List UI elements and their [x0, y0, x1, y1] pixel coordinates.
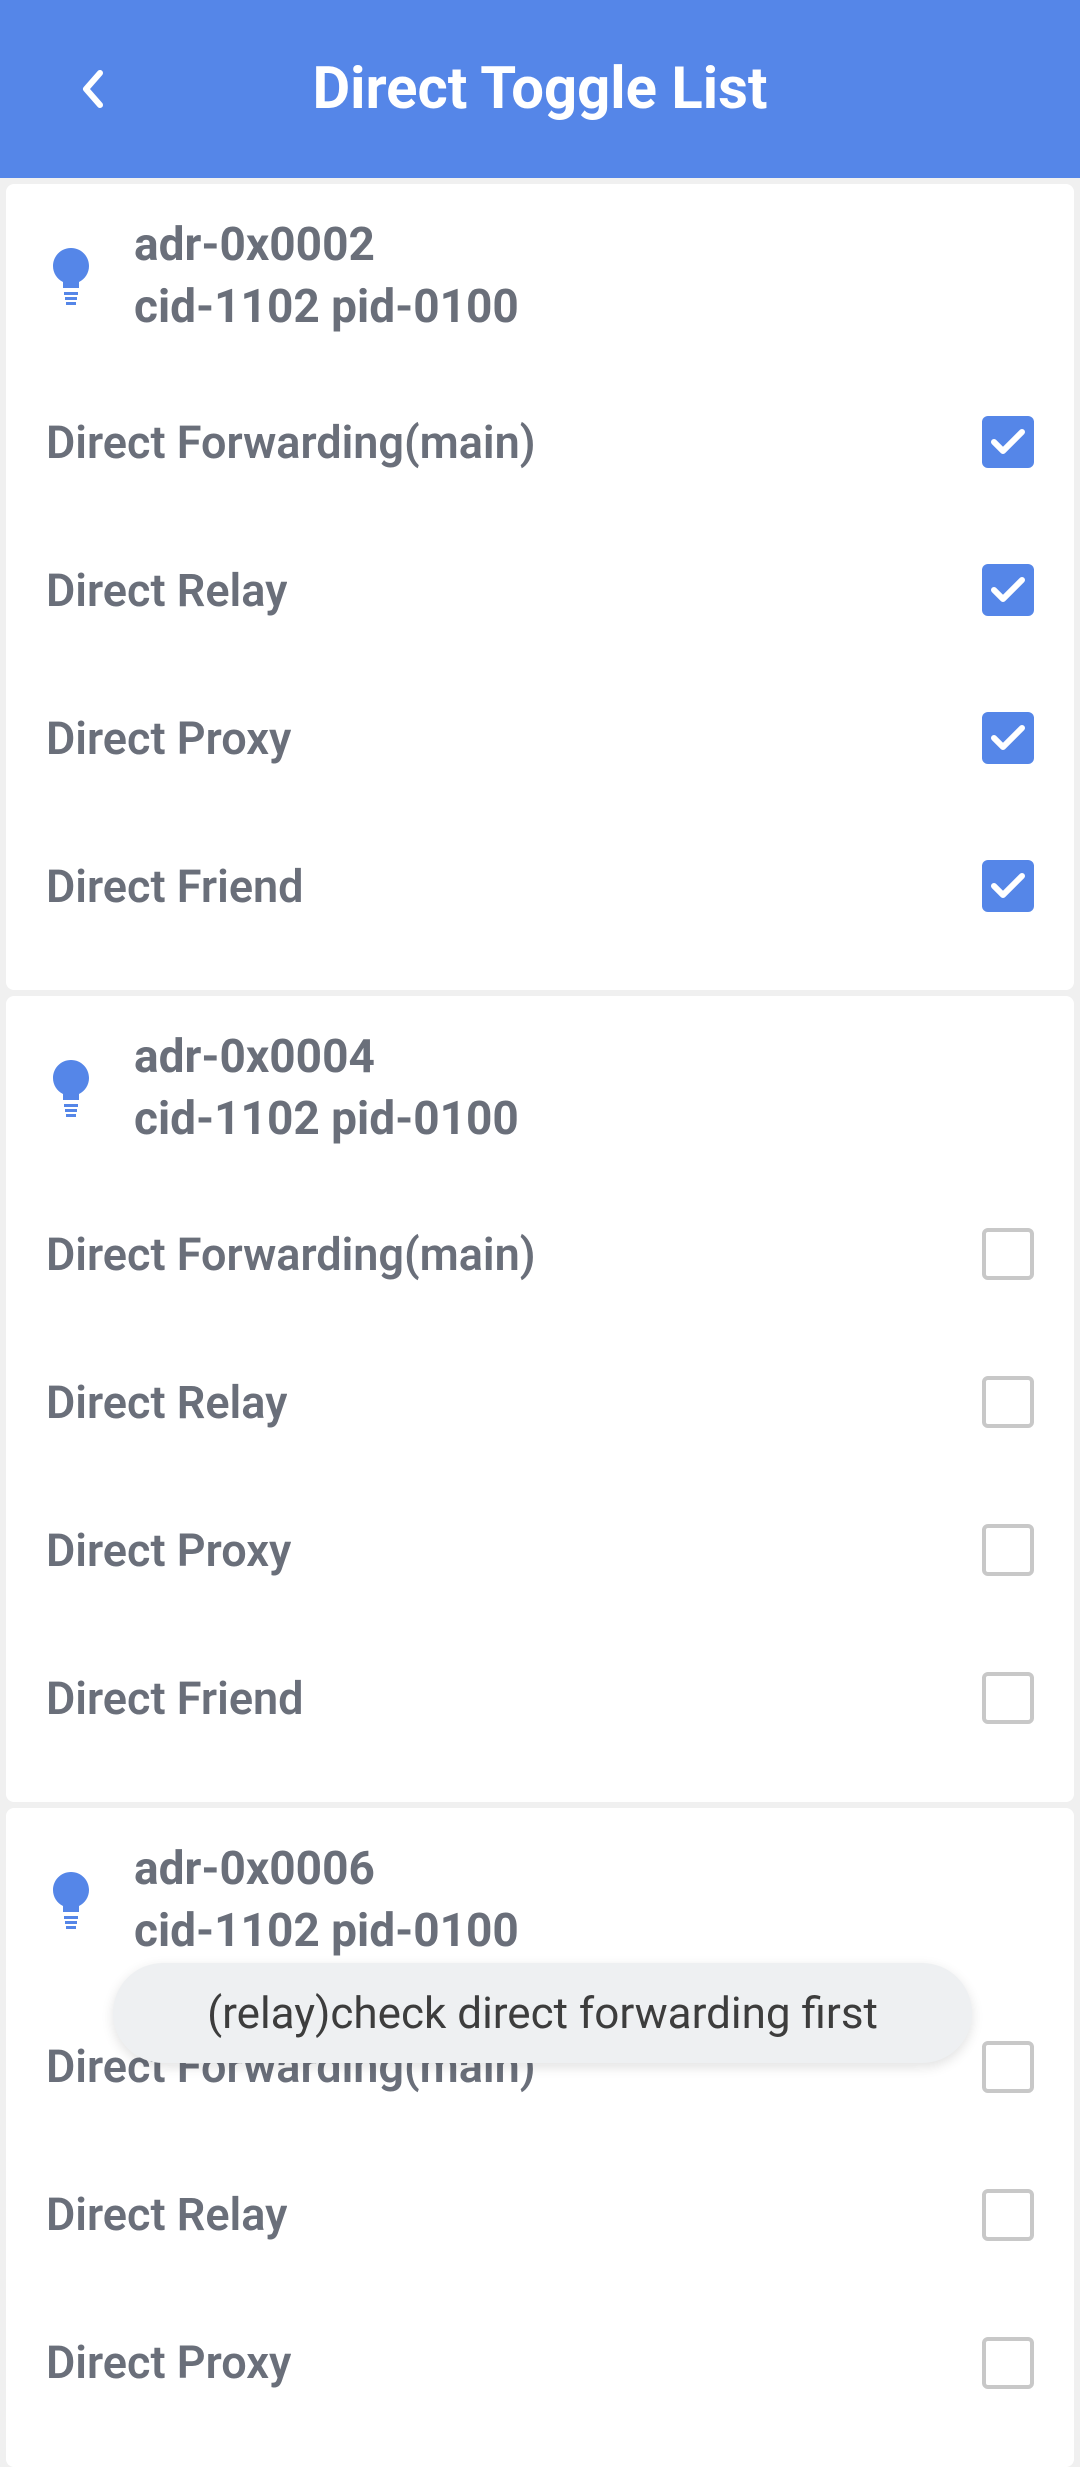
checkbox-direct-forwarding[interactable] [982, 2041, 1034, 2093]
checkbox-direct-relay[interactable] [982, 2189, 1034, 2241]
card-header: adr-0x0002 cid-1102 pid-0100 [46, 214, 1034, 338]
checkbox-direct-forwarding[interactable] [982, 416, 1034, 468]
card-title: adr-0x0002 cid-1102 pid-0100 [134, 214, 519, 338]
toggle-label: Direct Proxy [46, 1524, 291, 1577]
card-title-address: adr-0x0004 [134, 1026, 519, 1088]
toggle-label: Direct Friend [46, 860, 304, 913]
back-button[interactable] [68, 65, 116, 113]
card-title: adr-0x0004 cid-1102 pid-0100 [134, 1026, 519, 1150]
page-title: Direct Toggle List [312, 55, 767, 123]
checkbox-direct-friend[interactable] [982, 860, 1034, 912]
checkbox-direct-proxy[interactable] [982, 712, 1034, 764]
card-title-ids: cid-1102 pid-0100 [134, 1088, 519, 1150]
toggle-row: Direct Proxy [46, 1476, 1034, 1624]
toggle-row: Direct Friend [46, 812, 1034, 960]
toggle-label: Direct Friend [46, 1672, 304, 1725]
lightbulb-icon [46, 1053, 96, 1123]
header: Direct Toggle List [0, 0, 1080, 178]
card-header: adr-0x0004 cid-1102 pid-0100 [46, 1026, 1034, 1150]
toggle-label: Direct Relay [46, 564, 287, 617]
toggle-row: Direct Proxy [46, 2289, 1034, 2437]
device-card: adr-0x0006 cid-1102 pid-0100 Direct Forw… [6, 1808, 1074, 2466]
toggle-row: Direct Relay [46, 1328, 1034, 1476]
toggle-label: Direct Proxy [46, 712, 291, 765]
toggle-row: Direct Friend [46, 1624, 1034, 1772]
device-card: adr-0x0002 cid-1102 pid-0100 Direct Forw… [6, 184, 1074, 990]
toggle-row: Direct Relay [46, 516, 1034, 664]
chevron-left-icon [80, 69, 104, 109]
checkbox-direct-friend[interactable] [982, 1672, 1034, 1724]
checkbox-direct-proxy[interactable] [982, 2337, 1034, 2389]
checkbox-direct-relay[interactable] [982, 564, 1034, 616]
toggle-label: Direct Relay [46, 2188, 287, 2241]
card-title-address: adr-0x0006 [134, 1838, 519, 1900]
toggle-label: Direct Forwarding(main) [46, 1228, 536, 1281]
card-title-address: adr-0x0002 [134, 214, 519, 276]
card-header: adr-0x0006 cid-1102 pid-0100 [46, 1838, 1034, 1962]
toggle-row: Direct Relay [46, 2141, 1034, 2289]
lightbulb-icon [46, 241, 96, 311]
toggle-row: Direct Proxy [46, 664, 1034, 812]
toggle-row: Direct Forwarding(main) [46, 368, 1034, 516]
toast-text: (relay)check direct forwarding first [207, 1987, 878, 2039]
toggle-row: Direct Forwarding(main) [46, 1180, 1034, 1328]
checkbox-direct-relay[interactable] [982, 1376, 1034, 1428]
toast-message: (relay)check direct forwarding first [113, 1963, 972, 2063]
card-title: adr-0x0006 cid-1102 pid-0100 [134, 1838, 519, 1962]
checkbox-direct-forwarding[interactable] [982, 1228, 1034, 1280]
toggle-label: Direct Forwarding(main) [46, 416, 536, 469]
device-card: adr-0x0004 cid-1102 pid-0100 Direct Forw… [6, 996, 1074, 1802]
toggle-label: Direct Proxy [46, 2336, 291, 2389]
lightbulb-icon [46, 1865, 96, 1935]
card-title-ids: cid-1102 pid-0100 [134, 276, 519, 338]
toggle-label: Direct Relay [46, 1376, 287, 1429]
checkbox-direct-proxy[interactable] [982, 1524, 1034, 1576]
card-title-ids: cid-1102 pid-0100 [134, 1900, 519, 1962]
